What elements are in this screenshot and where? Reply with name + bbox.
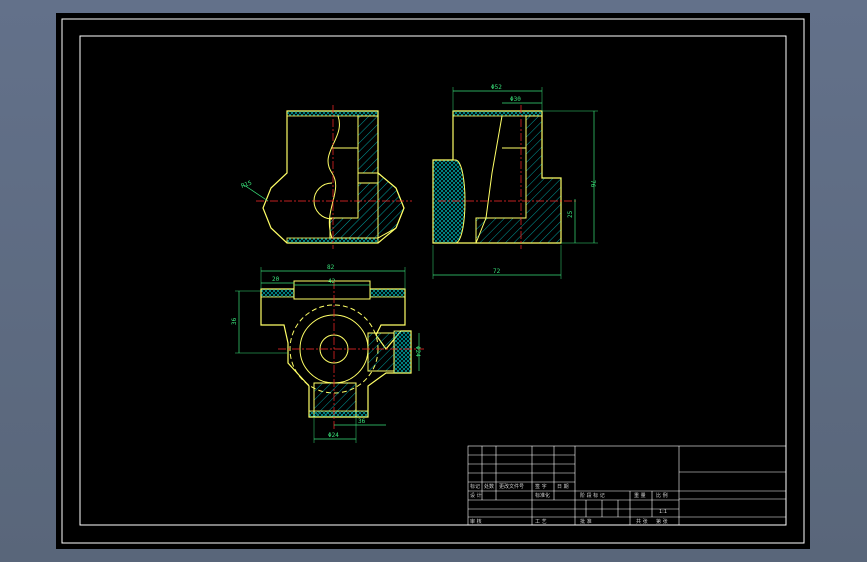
tb-count-label: 处数 [484, 483, 494, 490]
front-view: R15 [240, 105, 412, 249]
side-boss-label: 25 [567, 210, 574, 218]
tb-sign-label: 签 字 [535, 483, 547, 490]
top-overall-label: 82 [327, 264, 335, 271]
top-inner-label: 42 [328, 278, 336, 285]
side-top-width-label: Φ52 [491, 84, 502, 91]
tb-design-label: 设 计 [470, 492, 482, 499]
inner-frame [79, 35, 787, 526]
side-bore-label: Φ30 [510, 96, 521, 103]
tb-process-label: 工 艺 [535, 519, 547, 525]
tb-review-label: 审 核 [470, 518, 482, 525]
top-bottom-dia-label: Φ24 [328, 432, 339, 439]
top-left-label: 20 [272, 276, 280, 283]
tb-standard-label: 标准化 [535, 492, 550, 499]
top-view: 82 20 42 36 Φ24 Φ24 36 [231, 264, 424, 443]
cad-drawing: R15 Φ52 Φ30 76 25 72 82 20 42 36 Φ24 Φ24… [61, 18, 805, 544]
side-height-label: 76 [589, 180, 596, 188]
tb-weight-label: 重 量 [634, 492, 646, 499]
tb-change-label: 更改文件号 [499, 483, 524, 490]
tb-sheets-label: 共 张 [636, 518, 648, 525]
drawing-sheet: R15 Φ52 Φ30 76 25 72 82 20 42 36 Φ24 Φ24… [56, 13, 810, 549]
top-offset-label: 36 [358, 418, 366, 425]
outer-frame [61, 18, 805, 544]
front-radius-label: R15 [240, 179, 253, 189]
tb-scale-label: 比 例 [656, 492, 668, 499]
tb-sheet-no-label: 第 张 [656, 518, 668, 525]
tb-stage-label: 阶 段 标 记 [580, 492, 605, 499]
top-side-dia-label: Φ24 [414, 346, 421, 357]
title-block-text: 标记 处数 更改文件号 签 字 日 期 设 计 标准化 阶 段 标 记 重 量 … [470, 483, 668, 525]
top-depth-label: 36 [231, 317, 238, 325]
tb-approve-label: 批 准 [580, 518, 592, 525]
tb-date-label: 日 期 [557, 484, 569, 490]
side-view: Φ52 Φ30 76 25 72 [432, 84, 598, 279]
side-width-label: 72 [493, 268, 501, 275]
tb-mark-label: 标记 [470, 483, 480, 490]
tb-scale-value: 1:1 [659, 509, 667, 515]
